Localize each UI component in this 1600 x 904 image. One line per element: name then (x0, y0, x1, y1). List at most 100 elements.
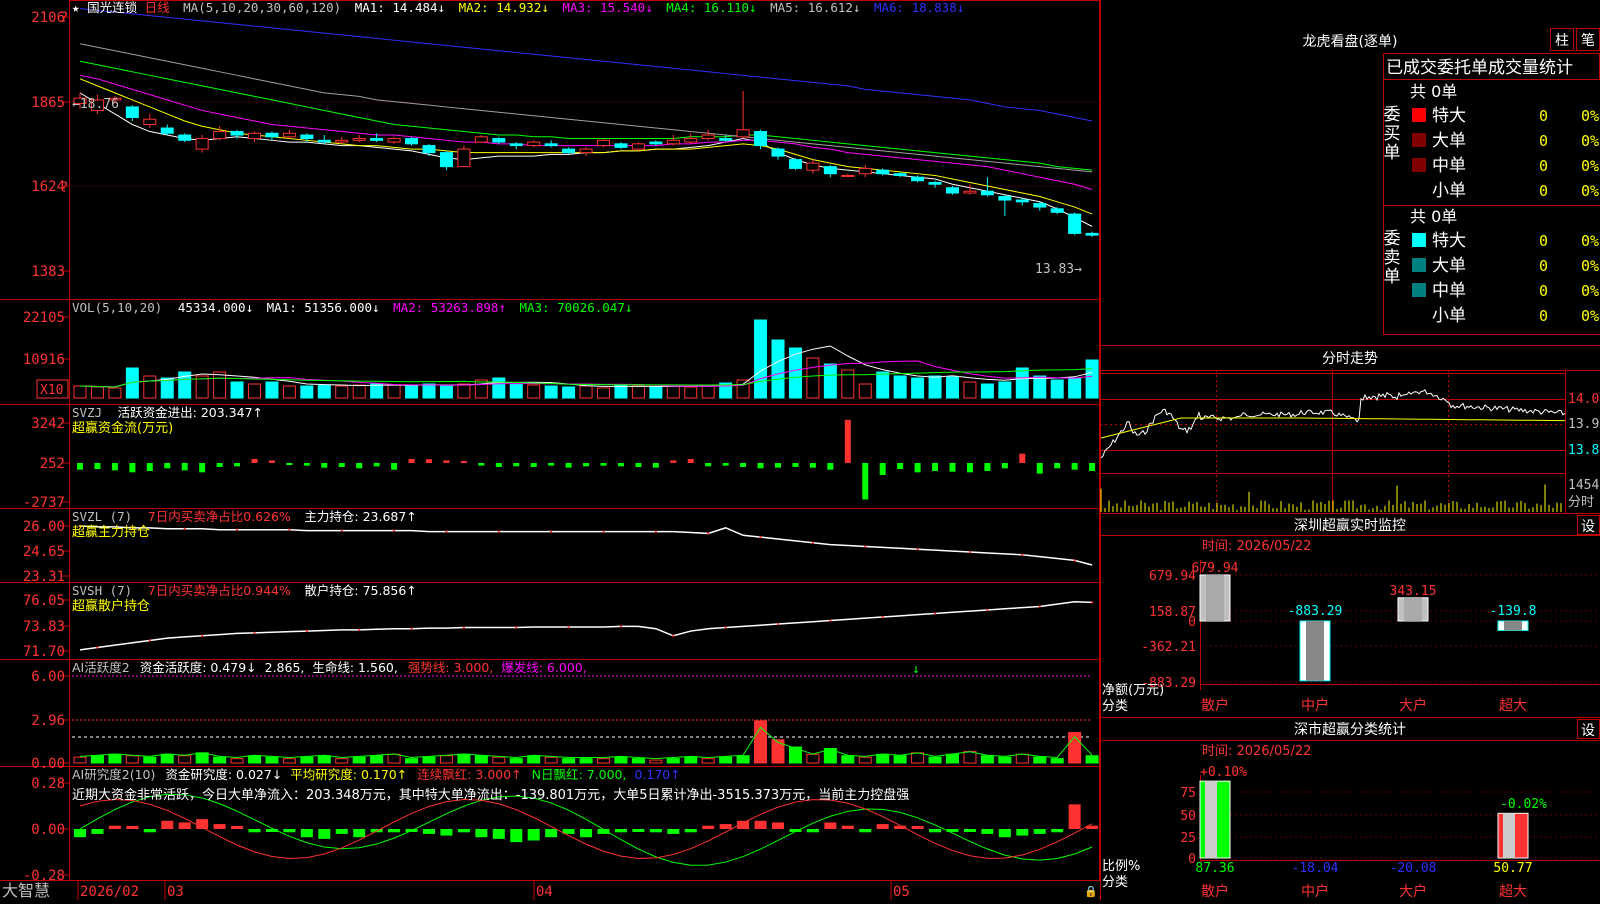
volume-bar (858, 383, 872, 399)
buy-orders-label: 委买单 (1384, 105, 1401, 163)
ai-research-bar (213, 824, 226, 829)
lock-icon[interactable]: 🔒 (1084, 885, 1098, 898)
ai-research-bar (492, 829, 505, 839)
classify-top-label: +0.10% (1200, 765, 1247, 780)
ai-research-bar (911, 826, 924, 829)
order-type-name: 大单 (1432, 131, 1466, 151)
svzj-bar (164, 463, 171, 469)
svzl-dot (236, 528, 239, 531)
monitor-bar-inner (1404, 597, 1422, 621)
classify-xlabel: 分类 (1102, 875, 1128, 890)
candle-up (527, 141, 541, 147)
ai-activity-bar (579, 758, 593, 764)
candle-up (631, 143, 645, 150)
favorite-star-icon[interactable]: ★ (72, 0, 80, 15)
candle-down (614, 143, 628, 148)
candle-down (911, 176, 925, 182)
svsh-dot (410, 627, 413, 630)
order-count: 0 (1539, 307, 1548, 325)
ai-activity-bar (928, 756, 942, 764)
low-price-note: 13.83→ (1035, 262, 1082, 277)
y-tick-label: 10916 (23, 352, 65, 368)
candle-down (946, 187, 959, 194)
volume-bar (631, 385, 645, 399)
ai-consecutive-red: 连续飘红: 3.000↑ (417, 767, 521, 782)
ai-activity-bar (893, 755, 907, 764)
ai-research-bar (283, 829, 296, 833)
ai-activity-bar (509, 758, 523, 764)
intraday-label: 分时 (1568, 495, 1594, 510)
ai-activity-bar (143, 756, 157, 764)
monitor-value-label: 679.94 (1192, 561, 1239, 576)
ai-research-bar (126, 826, 139, 829)
ai-activity-value2: 2.865, (265, 660, 305, 675)
order-count: 0 (1539, 132, 1548, 150)
tab-filled[interactable]: 已成交 (1386, 58, 1437, 78)
monitor-value-label: 343.15 (1390, 584, 1437, 599)
svzl-dot (393, 529, 396, 532)
classify-time: 时间: 2026/05/22 (1202, 744, 1311, 759)
svsh-y-axis: 76.05 73.83 71.70 (23, 593, 69, 660)
svzj-bar (687, 459, 694, 463)
tab-orders[interactable]: 委托单 (1437, 58, 1488, 78)
high-price-note: ←18.76 (72, 97, 119, 112)
intraday-volume-label: 1454 (1568, 478, 1599, 493)
ai-research-bar (108, 825, 121, 829)
candle-down (370, 138, 384, 141)
y-tick-label: 1865 (31, 95, 65, 111)
svzj-bar (966, 463, 973, 473)
candle-down (1068, 213, 1082, 234)
ai-activity-bar (439, 755, 453, 764)
svsh-dot (253, 631, 256, 634)
bar-mode-label: 柱 (1555, 33, 1569, 49)
svsh-dot (201, 634, 204, 637)
svzj-bar (408, 459, 415, 463)
svzl-ratio: 7日内买卖净占比0.626% (148, 509, 291, 524)
ai-research-bar (1033, 829, 1046, 834)
svsh-dot (305, 630, 308, 633)
volume-bar (282, 385, 296, 399)
buy-total: 共 0单 (1410, 82, 1457, 101)
svzj-bar (740, 463, 747, 467)
candle-down (719, 138, 733, 141)
period-label[interactable]: 日线 (145, 0, 171, 15)
svzj-bar (600, 463, 607, 466)
y-tick-label: 24.65 (23, 544, 65, 560)
svzj-bar (1001, 463, 1008, 469)
ai-research-bar (161, 820, 174, 829)
ai-activity-bar (160, 753, 174, 764)
classify-y-tick: 25 (1180, 831, 1196, 846)
svzj-bar (251, 459, 258, 463)
volume-bar (230, 381, 244, 399)
order-type-swatch (1412, 183, 1426, 197)
svsh-dot (829, 619, 832, 622)
svzl-code: SVZL (7) (72, 509, 132, 524)
volume-bar (73, 385, 87, 399)
ai-activity-bar (858, 756, 872, 764)
ai-research-bar (545, 829, 558, 838)
svzj-title: 活跃资金进出: 203.347↑ (118, 405, 263, 420)
volume-bar (928, 375, 942, 399)
ma6-label: MA6: 18.838↓ (874, 0, 964, 15)
ai-activity-bar (701, 758, 715, 764)
svzj-bar (495, 463, 502, 467)
y-tick-label: 73.83 (23, 619, 65, 635)
ai-research-bar (824, 822, 837, 829)
ma3-label: MA3: 15.540↓ (562, 0, 652, 15)
svzj-bar (373, 463, 380, 467)
ai-activity-bar (405, 758, 419, 764)
monitor-bar-inner (1206, 575, 1224, 621)
classify-bottom-value: -20.08 (1390, 861, 1437, 876)
ai-activity-bar (631, 758, 645, 764)
order-type-name: 小单 (1432, 306, 1466, 326)
vertical-label-char: 委 (1384, 229, 1401, 249)
ai-activity-legend: AI活跃度2 资金活跃度: 0.479↓ 2.865, 生命线: 1.560, … (72, 660, 587, 675)
ai-research-bar (318, 829, 331, 839)
svzl-dot (550, 530, 553, 533)
ai-activity-bar (248, 755, 261, 764)
vertical-label-char: 卖 (1384, 248, 1401, 268)
candle-down (1033, 203, 1047, 208)
y-tick-label: 0.00 (31, 822, 65, 838)
vertical-label-char: 单 (1384, 143, 1401, 163)
tab-volume-stats[interactable]: 成交量统计 (1488, 58, 1573, 78)
